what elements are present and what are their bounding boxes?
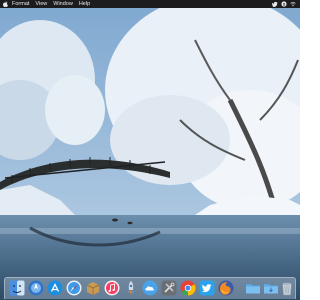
firefox-icon[interactable] xyxy=(218,280,234,296)
wallpaper-image xyxy=(0,0,300,300)
menu-window[interactable]: Window xyxy=(53,0,73,8)
chrome-icon[interactable] xyxy=(180,280,196,296)
apple-logo-icon[interactable] xyxy=(3,1,8,7)
svg-text:S: S xyxy=(283,1,286,6)
cloud-icon[interactable] xyxy=(142,280,158,296)
wifi-icon[interactable] xyxy=(290,1,296,7)
itunes-icon[interactable] xyxy=(104,280,120,296)
folder-icon[interactable] xyxy=(245,280,261,296)
rocket-icon[interactable] xyxy=(123,280,139,296)
launchpad-icon[interactable] xyxy=(28,280,44,296)
safari-icon[interactable] xyxy=(66,280,82,296)
app-store-icon[interactable] xyxy=(47,280,63,296)
dock xyxy=(4,277,296,299)
tools-icon[interactable] xyxy=(161,280,177,296)
menu-help[interactable]: Help xyxy=(79,0,90,8)
twitter-bird-icon[interactable] xyxy=(199,280,215,296)
desktop: Format View Window Help S xyxy=(0,0,300,300)
skype-icon[interactable]: S xyxy=(281,1,287,7)
trash-icon[interactable] xyxy=(279,280,295,296)
menu-view[interactable]: View xyxy=(35,0,47,8)
finder-icon[interactable] xyxy=(9,280,25,296)
menu-format[interactable]: Format xyxy=(12,0,29,8)
downloads-folder-icon[interactable] xyxy=(263,280,279,296)
status-tray: S xyxy=(272,1,300,7)
twitter-icon[interactable] xyxy=(272,1,278,7)
cardboard-box-icon[interactable] xyxy=(85,280,101,296)
menu-bar: Format View Window Help S xyxy=(0,0,300,8)
